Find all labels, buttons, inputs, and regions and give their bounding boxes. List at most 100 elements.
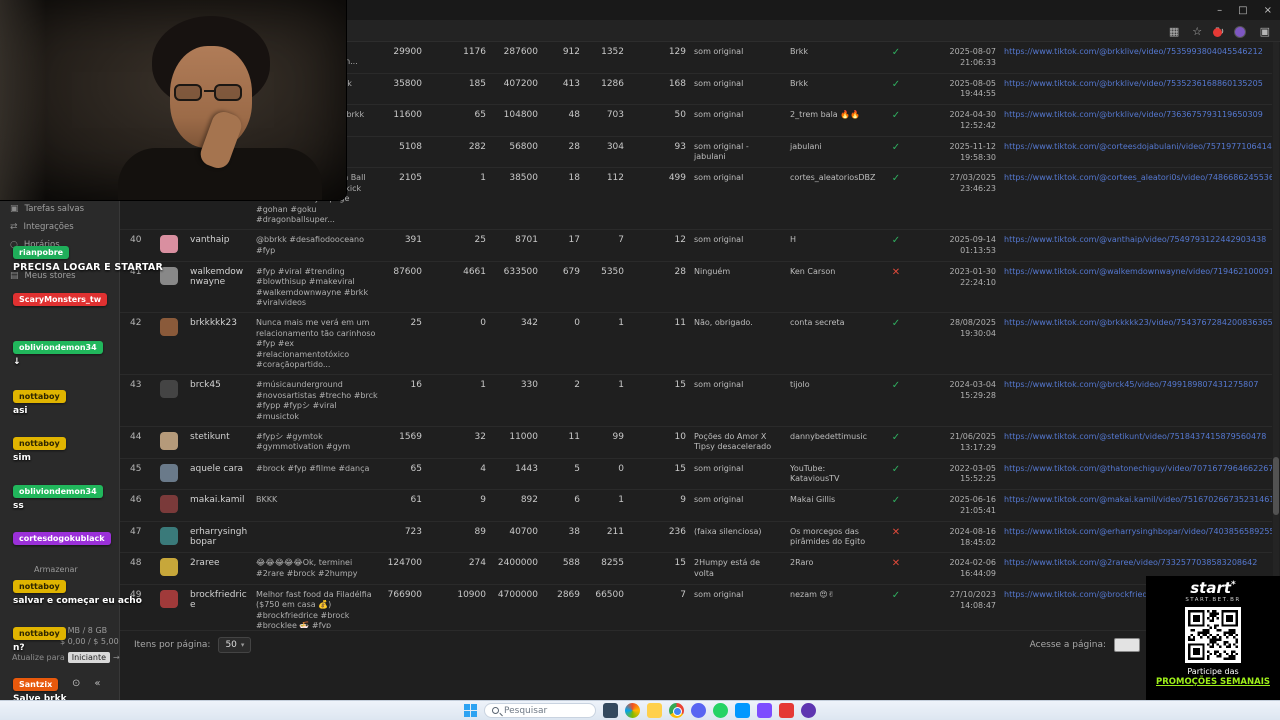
creator-cell: jabulani bbox=[790, 141, 822, 151]
date-cell: 2025-08-05 19:44:55 bbox=[949, 78, 997, 99]
table-row[interactable]: 48 2raree 😂😂😂😂😂Ok, terminei #2rare #broc… bbox=[120, 553, 1272, 585]
video-url-link[interactable]: https://www.tiktok.com/@stetikunt/video/… bbox=[1000, 432, 1272, 441]
avatar bbox=[160, 432, 178, 450]
discord-icon[interactable] bbox=[691, 703, 706, 718]
status-icon: ✓ bbox=[891, 380, 901, 392]
table-row[interactable]: 45 aquele cara #brock #fyp #filme #dança… bbox=[120, 459, 1272, 491]
table-row[interactable]: 42 brkkkkk23 Nunca mais me verá em um re… bbox=[120, 313, 1272, 376]
close-icon[interactable]: × bbox=[1264, 5, 1272, 16]
video-url-link[interactable]: https://www.tiktok.com/@2raree/video/733… bbox=[1000, 558, 1272, 567]
maximize-icon[interactable]: □ bbox=[1238, 5, 1247, 16]
audio-cell: Poções do Amor X Tipsy desacelerado bbox=[694, 432, 772, 452]
metric-3-cell: 633500 bbox=[503, 266, 538, 277]
items-per-page-select[interactable]: 50 ▾ bbox=[218, 636, 252, 653]
table-row[interactable]: 44 stetikunt #fypシ #gymtok #gymmotivatio… bbox=[120, 427, 1272, 459]
profile-avatar[interactable] bbox=[1234, 26, 1246, 38]
audio-cell: som original bbox=[694, 110, 744, 120]
status-icon: ✓ bbox=[891, 78, 901, 90]
video-url-link[interactable]: https://www.tiktok.com/@brkkkkk23/video/… bbox=[1000, 318, 1272, 327]
description-cell: #músicaunderground #novosartistas #trech… bbox=[256, 380, 378, 421]
metric-5-cell: 7 bbox=[618, 235, 624, 246]
video-url-link[interactable]: https://www.tiktok.com/@brkklive/video/7… bbox=[1000, 110, 1272, 119]
table-row[interactable]: 41 walkemdownwayne #fyp #viral #trending… bbox=[120, 262, 1272, 314]
whatsapp-icon[interactable] bbox=[713, 703, 728, 718]
description-cell: #fypシ #gymtok #gymmotivation #gym bbox=[256, 432, 351, 452]
video-url-link[interactable]: https://www.tiktok.com/@walkemdownwayne/… bbox=[1000, 267, 1272, 276]
date-cell: 2025-11-12 19:58:30 bbox=[949, 141, 997, 162]
betting-ad-banner[interactable]: start* START.BET.BR Participe das PROMOÇ… bbox=[1146, 576, 1280, 700]
table-row[interactable]: 49 brockfriedrice Melhor fast food da Fi… bbox=[120, 585, 1272, 628]
sidebar-item-integracoes[interactable]: ⇄ Integrações bbox=[10, 222, 74, 232]
chat-username-badge[interactable]: rianpobre bbox=[13, 246, 70, 259]
video-url-link[interactable]: https://www.tiktok.com/@vanthaip/video/7… bbox=[1000, 235, 1272, 244]
avatar bbox=[160, 495, 178, 514]
collapse-sidebar-icon[interactable]: « bbox=[94, 678, 100, 689]
chat-username-badge[interactable]: obliviondemon34 bbox=[13, 341, 103, 354]
chat-username-badge[interactable]: nottaboy bbox=[13, 580, 66, 593]
copilot-icon[interactable] bbox=[625, 703, 640, 718]
arrow-right-icon: → bbox=[113, 653, 120, 662]
video-url-link[interactable]: https://www.tiktok.com/@makai.kamil/vide… bbox=[1000, 495, 1272, 504]
table-row[interactable]: 47 erharrysinghbopar 723 89 40700 38 211… bbox=[120, 522, 1272, 554]
metric-5-cell: 5350 bbox=[601, 266, 624, 277]
star-icon[interactable]: ☆ bbox=[1192, 25, 1202, 38]
metric-2-cell: 4661 bbox=[463, 266, 486, 277]
table-row[interactable]: 43 brck45 #músicaunderground #novosartis… bbox=[120, 375, 1272, 427]
folder-icon[interactable] bbox=[647, 703, 662, 718]
metric-2-cell: 89 bbox=[474, 526, 486, 537]
video-url-link[interactable]: https://www.tiktok.com/@thatonechiguy/vi… bbox=[1000, 464, 1272, 473]
grid-icon[interactable]: ▣ bbox=[1260, 25, 1270, 38]
creator-cell: 2Raro bbox=[790, 558, 814, 568]
window-controls: – □ × bbox=[1217, 0, 1272, 20]
video-url-link[interactable]: https://www.tiktok.com/@brkklive/video/7… bbox=[1000, 47, 1272, 56]
search-placeholder: Pesquisar bbox=[504, 705, 548, 716]
row-number: 43 bbox=[130, 380, 142, 391]
metric-6-cell: 15 bbox=[674, 463, 686, 474]
chat-username-badge[interactable]: nottaboy bbox=[13, 437, 66, 450]
metric-6-cell: 15 bbox=[674, 558, 686, 569]
audio-cell: som original bbox=[694, 495, 744, 505]
chat-username-badge[interactable]: ScaryMonsters_tw bbox=[13, 293, 108, 306]
row-number: 48 bbox=[130, 558, 142, 569]
metric-1-cell: 16 bbox=[410, 380, 422, 391]
panels-icon[interactable]: ▦ bbox=[1169, 25, 1179, 38]
chat-username-badge[interactable]: cortesdogokublack bbox=[13, 532, 111, 545]
app-purple-icon[interactable] bbox=[757, 703, 772, 718]
items-per-page-value: 50 bbox=[225, 639, 237, 650]
taskbar-search[interactable]: Pesquisar bbox=[484, 703, 596, 718]
record-dot-icon[interactable] bbox=[1213, 27, 1222, 37]
video-url-link[interactable]: https://www.tiktok.com/@cortees_aleatori… bbox=[1000, 173, 1272, 182]
video-url-link[interactable]: https://www.tiktok.com/@corteesdojabulan… bbox=[1000, 142, 1272, 151]
sidebar-item-tarefas-salvas[interactable]: ▣ Tarefas salvas bbox=[10, 204, 84, 214]
start-button[interactable] bbox=[464, 704, 477, 717]
creator-cell: conta secreta bbox=[790, 318, 845, 328]
scrollbar-thumb[interactable] bbox=[1273, 457, 1279, 515]
table-row[interactable]: 40 vanthaip @bbrkk #desafiodooceano #fyp… bbox=[120, 230, 1272, 262]
chat-username-badge[interactable]: nottaboy bbox=[13, 390, 66, 403]
metric-3-cell: 287600 bbox=[503, 47, 538, 57]
history-icon[interactable]: ⊙ bbox=[72, 678, 80, 689]
video-url-link[interactable]: https://www.tiktok.com/@brkklive/video/7… bbox=[1000, 79, 1272, 88]
search-icon bbox=[492, 707, 499, 714]
sidebar-item-label: Integrações bbox=[23, 222, 74, 232]
shield-icon[interactable] bbox=[801, 703, 816, 718]
video-url-link[interactable]: https://www.tiktok.com/@brck45/video/749… bbox=[1000, 380, 1272, 389]
chat-username-badge[interactable]: nottaboy bbox=[13, 627, 66, 640]
chat-message-text: asi bbox=[13, 406, 28, 416]
page-input[interactable] bbox=[1114, 637, 1140, 652]
chevron-down-icon: ▾ bbox=[240, 640, 245, 649]
chrome-icon[interactable] bbox=[669, 703, 684, 718]
username-cell: brockfriedrice bbox=[190, 589, 247, 610]
app-red-icon[interactable] bbox=[779, 703, 794, 718]
vscode-icon[interactable] bbox=[735, 703, 750, 718]
upgrade-row[interactable]: Atualize para Iniciante → bbox=[12, 652, 120, 663]
chat-username-badge[interactable]: Santzix bbox=[13, 678, 59, 691]
chat-username-badge[interactable]: obliviondemon34 bbox=[13, 485, 103, 498]
minimize-icon[interactable]: – bbox=[1217, 5, 1222, 16]
avatar-cell bbox=[152, 589, 186, 608]
table-row[interactable]: 46 makai.kamil BKKK 61 9 892 6 1 9 som o… bbox=[120, 490, 1272, 522]
username-cell: aquele cara bbox=[190, 463, 244, 474]
status-icon: ✓ bbox=[891, 495, 901, 507]
task-view-icon[interactable] bbox=[603, 703, 618, 718]
video-url-link[interactable]: https://www.tiktok.com/@erharrysinghbopa… bbox=[1000, 527, 1272, 536]
